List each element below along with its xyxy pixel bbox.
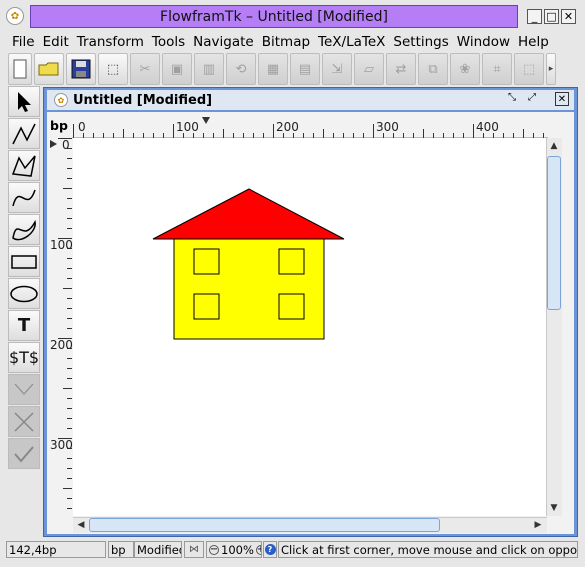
tool-palette: T $T$ (8, 86, 40, 470)
menu-help[interactable]: Help (518, 34, 549, 50)
open-icon[interactable] (34, 53, 64, 85)
ruler-label: 300 (376, 120, 399, 134)
ruler-position-marker (50, 140, 57, 148)
app-logo-icon[interactable]: ✿ (6, 7, 24, 25)
scroll-down-icon[interactable]: ▼ (547, 501, 561, 515)
ruler-unit: bp (50, 118, 68, 133)
zoom-level[interactable]: 100% (221, 542, 254, 557)
unit-field[interactable]: bp (108, 541, 134, 558)
text-icon[interactable]: T (8, 310, 40, 341)
reverse-icon[interactable]: ⇄ (386, 53, 416, 85)
save-icon[interactable] (66, 53, 96, 85)
new-icon[interactable] (8, 53, 32, 85)
ruler-label: 0 (62, 138, 70, 152)
menu-navigate[interactable]: Navigate (193, 34, 254, 50)
closed-curve-icon[interactable] (8, 214, 40, 245)
vertical-scroll-thumb[interactable] (547, 156, 561, 310)
menu-edit[interactable]: Edit (43, 34, 69, 50)
group-icon[interactable]: ▦ (258, 53, 288, 85)
help-icon[interactable]: ? (263, 541, 277, 558)
menu-tex[interactable]: TeX/LaTeX (318, 34, 385, 50)
rectangle-icon[interactable] (8, 246, 40, 277)
finish-icon[interactable] (8, 438, 40, 469)
iconify-icon[interactable]: ⤡ (508, 92, 522, 106)
rectangle-select-icon[interactable]: ⬚ (514, 53, 544, 85)
menu-bitmap[interactable]: Bitmap (262, 34, 310, 50)
shear-icon[interactable]: ▱ (354, 53, 384, 85)
math-text-icon[interactable]: $T$ (8, 342, 40, 373)
ungroup-icon[interactable]: ▤ (290, 53, 320, 85)
zoom-in-icon[interactable]: + (255, 544, 261, 555)
closed-line-icon[interactable] (8, 150, 40, 181)
ruler-label: 200 (276, 120, 299, 134)
distort-icon[interactable]: ⌗ (482, 53, 512, 85)
status-bar: 142,4bp bp Modified ⋈ − 100% + ? Click a… (6, 541, 579, 559)
ruler-label: 300 (50, 438, 73, 452)
scroll-up-icon[interactable]: ▲ (547, 139, 561, 153)
ellipse-icon[interactable] (8, 278, 40, 309)
gap-icon[interactable] (8, 374, 40, 405)
scroll-right-icon[interactable]: ▸ (546, 53, 556, 85)
toolbar: ⬚ ✂ ▣ ▥ ⟲ ▦ ▤ ⇲ ▱ ⇄ ⧉ ❀ ⌗ ⬚ ▸ (8, 52, 578, 86)
menu-file[interactable]: File (12, 34, 35, 50)
cut-icon[interactable]: ✂ (130, 53, 160, 85)
horizontal-ruler: 0 100 200 300 400 (72, 116, 548, 138)
position-readout: 142,4bp (6, 541, 106, 558)
merge-icon[interactable]: ⧉ (418, 53, 448, 85)
select-all-icon[interactable]: ⬚ (98, 53, 128, 85)
scroll-left-icon[interactable]: ◀ (74, 518, 88, 532)
document-icon[interactable]: ✿ (54, 93, 68, 107)
menu-transform[interactable]: Transform (77, 34, 144, 50)
move-to-back-icon[interactable]: ▥ (194, 53, 224, 85)
wall-shape[interactable] (173, 238, 325, 340)
open-line-icon[interactable] (8, 118, 40, 149)
ruler-label: 100 (50, 238, 73, 252)
document-title-bar: Untitled [Modified] (47, 90, 574, 110)
ruler-label: 100 (176, 120, 199, 134)
maximize-icon[interactable]: □ (544, 9, 559, 24)
drawing-canvas[interactable] (73, 138, 547, 516)
select-tool-icon[interactable] (8, 86, 40, 117)
ruler-label: 0 (78, 120, 86, 134)
abandon-icon[interactable] (8, 406, 40, 437)
scroll-right-arrow-icon[interactable]: ▶ (531, 518, 545, 532)
menu-bar: File Edit Transform Tools Navigate Bitma… (0, 33, 585, 51)
modified-status: Modified (134, 541, 182, 558)
restore-icon[interactable]: ⤢ (528, 92, 542, 106)
roof-shape[interactable] (152, 188, 345, 240)
move-to-front-icon[interactable]: ▣ (162, 53, 192, 85)
close-icon[interactable]: ✕ (561, 9, 576, 24)
rotate-icon[interactable]: ⟲ (226, 53, 256, 85)
vertical-ruler: 0 100 200 300 (50, 138, 73, 516)
document-close-icon[interactable]: ✕ (555, 92, 569, 106)
horizontal-scroll-thumb[interactable] (89, 518, 440, 532)
ruler-label: 400 (476, 120, 499, 134)
menu-tools[interactable]: Tools (152, 34, 185, 50)
window-title: FlowframTk – Untitled [Modified] (30, 5, 518, 28)
minimize-icon[interactable]: _ (527, 9, 542, 24)
document-title: Untitled [Modified] (73, 92, 213, 108)
open-curve-icon[interactable] (8, 182, 40, 213)
status-message: Click at first corner, move mouse and cl… (278, 541, 578, 558)
zoom-out-icon[interactable]: − (209, 544, 219, 555)
ruler-label: 200 (50, 338, 73, 352)
menu-settings[interactable]: Settings (393, 34, 448, 50)
ruler-position-marker (202, 117, 210, 124)
scale-icon[interactable]: ⇲ (322, 53, 352, 85)
zoom-control: − 100% + (206, 541, 262, 558)
pattern-icon[interactable]: ❀ (450, 53, 480, 85)
menu-window[interactable]: Window (457, 34, 510, 50)
auto-adjust-icon[interactable]: ⋈ (184, 541, 204, 558)
